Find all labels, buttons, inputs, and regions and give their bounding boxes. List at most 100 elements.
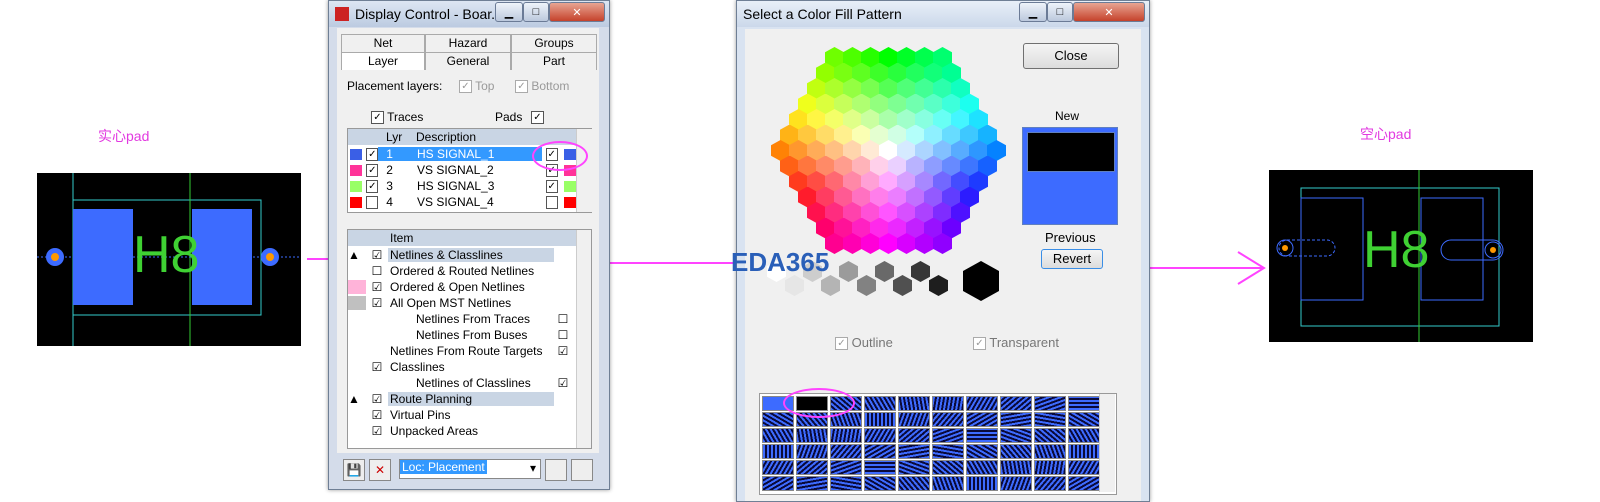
pattern-cell[interactable]	[762, 444, 794, 459]
pattern-cell[interactable]	[966, 428, 998, 443]
item-color-swatch[interactable]	[348, 280, 366, 294]
pattern-cell[interactable]	[762, 460, 794, 475]
layer-color-swatch[interactable]	[350, 196, 363, 208]
pattern-cell[interactable]	[864, 412, 896, 427]
pattern-cell[interactable]	[898, 460, 930, 475]
pattern-cell[interactable]	[932, 476, 964, 491]
item-checkbox[interactable]: ☑	[366, 296, 388, 310]
revert-button[interactable]: Revert	[1041, 249, 1103, 269]
layer-grid-scrollbar[interactable]	[576, 129, 592, 212]
item-checkbox[interactable]: ☑	[366, 424, 388, 438]
pattern-cell[interactable]	[1034, 476, 1066, 491]
pattern-cell[interactable]	[762, 476, 794, 491]
item-row[interactable]: ☑ Ordered & Open Netlines	[348, 279, 576, 295]
dialog-minimize-button[interactable]: ▁	[1019, 2, 1047, 22]
book-icon[interactable]	[571, 459, 593, 481]
item-sub-checkbox[interactable]: ☐	[554, 312, 572, 326]
layer-pad-swatch[interactable]	[563, 196, 576, 208]
pattern-cell[interactable]	[966, 412, 998, 427]
pattern-cell[interactable]	[1068, 460, 1100, 475]
transparent-checkbox[interactable]: ✓ Transparent	[973, 335, 1059, 351]
pattern-cell[interactable]	[762, 412, 794, 427]
close-window-button[interactable]: ✕	[549, 2, 605, 22]
pattern-cell[interactable]	[932, 396, 964, 411]
item-checkbox[interactable]: ☑	[366, 248, 388, 262]
pattern-cell[interactable]	[898, 428, 930, 443]
pattern-cell[interactable]	[898, 444, 930, 459]
item-checkbox[interactable]: ☑	[366, 392, 388, 406]
layer-color-swatch[interactable]	[350, 164, 363, 176]
pattern-cell[interactable]	[864, 396, 896, 411]
item-row[interactable]: Netlines of Classlines ☑	[348, 375, 576, 391]
gray-cell[interactable]	[821, 275, 840, 296]
pattern-cell[interactable]	[966, 476, 998, 491]
pattern-cell[interactable]	[1000, 444, 1032, 459]
pattern-cell[interactable]	[1000, 396, 1032, 411]
pattern-cell[interactable]	[898, 476, 930, 491]
layer-visible-checkbox[interactable]: ✓	[366, 147, 379, 161]
pattern-cell[interactable]	[796, 444, 828, 459]
tab-layer[interactable]: Layer	[341, 52, 425, 70]
item-sub-checkbox[interactable]: ☑	[554, 376, 572, 390]
pattern-cell[interactable]	[1068, 444, 1100, 459]
pattern-cell[interactable]	[966, 460, 998, 475]
save-scheme-button[interactable]: 💾	[343, 459, 365, 481]
pattern-cell[interactable]	[1000, 428, 1032, 443]
pattern-scrollbar[interactable]	[1099, 394, 1115, 492]
tab-hazard[interactable]: Hazard	[425, 34, 511, 52]
item-grid-scrollbar[interactable]	[576, 230, 591, 448]
pattern-cell[interactable]	[864, 428, 896, 443]
layer-color-swatch[interactable]	[350, 148, 363, 160]
tab-part[interactable]: Part	[511, 52, 597, 70]
color-wheel[interactable]	[769, 47, 1009, 257]
bottom-checkbox[interactable]: ✓ Bottom	[515, 79, 569, 94]
pattern-cell[interactable]	[796, 476, 828, 491]
pattern-cell[interactable]	[898, 412, 930, 427]
pattern-cell[interactable]	[1068, 428, 1100, 443]
layer-visible-checkbox[interactable]: ✓	[366, 179, 379, 193]
minimize-button[interactable]: ▁	[495, 2, 523, 22]
pattern-cell[interactable]	[762, 428, 794, 443]
gray-cell[interactable]	[911, 261, 930, 282]
item-checkbox[interactable]: ☑	[366, 408, 388, 422]
pattern-cell[interactable]	[830, 476, 862, 491]
item-row[interactable]: ☐ Ordered & Routed Netlines	[348, 263, 576, 279]
delete-scheme-button[interactable]: ✕	[369, 459, 391, 481]
maximize-button[interactable]: □	[523, 2, 549, 22]
gray-cell[interactable]	[875, 261, 894, 282]
dialog-maximize-button[interactable]: □	[1047, 2, 1073, 22]
traces-checkbox[interactable]: ✓ Traces	[371, 110, 423, 125]
item-row[interactable]: ☑ All Open MST Netlines	[348, 295, 576, 311]
pattern-cell[interactable]	[864, 444, 896, 459]
item-row[interactable]: Netlines From Route Targets ☑	[348, 343, 576, 359]
open-scheme-button[interactable]	[545, 459, 567, 481]
pattern-cell[interactable]	[1034, 428, 1066, 443]
pattern-cell[interactable]	[1000, 460, 1032, 475]
item-sub-checkbox[interactable]: ☑	[554, 344, 572, 358]
pattern-cell[interactable]	[932, 412, 964, 427]
tab-groups[interactable]: Groups	[511, 34, 597, 52]
pattern-cell[interactable]	[1068, 412, 1100, 427]
item-row[interactable]: ☑ Classlines	[348, 359, 576, 375]
pattern-cell[interactable]	[1068, 476, 1100, 491]
pattern-cell[interactable]	[1034, 460, 1066, 475]
pattern-cell[interactable]	[864, 476, 896, 491]
pattern-cell[interactable]	[966, 396, 998, 411]
pattern-cell[interactable]	[1034, 444, 1066, 459]
pattern-cell[interactable]	[830, 444, 862, 459]
layer-color-swatch[interactable]	[350, 180, 363, 192]
pattern-cell[interactable]	[864, 460, 896, 475]
layer-pad-swatch[interactable]	[563, 180, 576, 192]
close-button[interactable]: Close	[1023, 43, 1119, 69]
pattern-cell[interactable]	[830, 428, 862, 443]
black-cell[interactable]	[963, 261, 999, 301]
pattern-cell[interactable]	[898, 396, 930, 411]
scheme-select[interactable]: Loc: Placement ▾	[399, 459, 541, 479]
pattern-cell[interactable]	[932, 428, 964, 443]
layer-pad-checkbox[interactable]: ✓	[545, 179, 558, 193]
pattern-cell[interactable]	[1000, 412, 1032, 427]
item-row[interactable]: Netlines From Buses ☐	[348, 327, 576, 343]
pads-checkbox[interactable]: ✓	[531, 110, 544, 125]
gray-cell[interactable]	[893, 275, 912, 296]
gray-cell[interactable]	[929, 275, 948, 296]
